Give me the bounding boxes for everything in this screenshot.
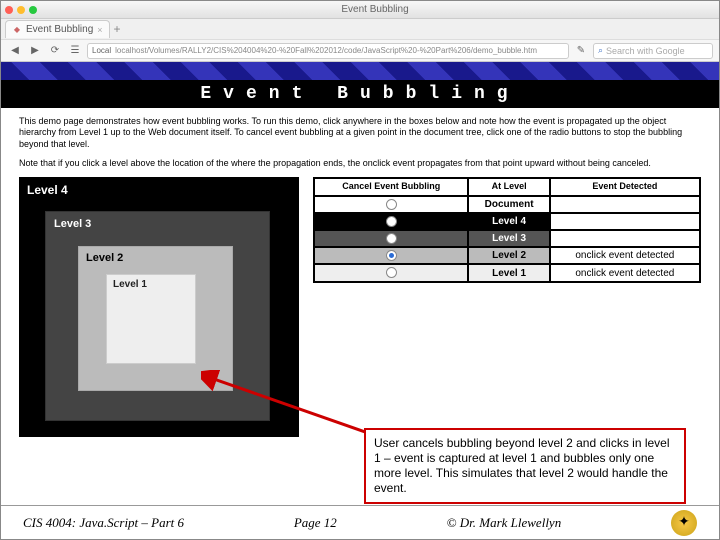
head-cancel: Cancel Event Bubbling <box>314 178 468 196</box>
level-2-box[interactable]: Level 2 Level 1 <box>78 246 233 391</box>
footer-left: CIS 4004: Java.Script – Part 6 <box>23 515 184 531</box>
page-title: Event Bubbling <box>200 84 519 104</box>
zoom-icon[interactable] <box>29 6 37 14</box>
level-4-label: Level 4 <box>27 183 68 197</box>
head-level: At Level <box>468 178 549 196</box>
back-button[interactable]: ◀ <box>7 43 23 59</box>
row-event: onclick event detected <box>550 247 700 264</box>
slide: Event Bubbling ◆ Event Bubbling × + ◀ ▶ … <box>0 0 720 540</box>
close-icon[interactable] <box>5 6 13 14</box>
row-level: Level 3 <box>468 230 549 247</box>
minimize-icon[interactable] <box>17 6 25 14</box>
page-content: This demo page demonstrates how event bu… <box>1 108 719 505</box>
level-1-box[interactable]: Level 1 <box>106 274 196 364</box>
event-table: Cancel Event Bubbling At Level Event Det… <box>313 177 701 283</box>
tab-close-icon[interactable]: × <box>97 25 102 35</box>
footer-center: Page 12 <box>294 515 337 531</box>
row-level: Document <box>468 196 549 213</box>
tab-bar: ◆ Event Bubbling × + <box>1 19 719 39</box>
callout-text: User cancels bubbling beyond level 2 and… <box>374 436 670 495</box>
row-event <box>550 230 700 247</box>
main-row: Level 4 Level 3 Level 2 Level 1 Cancel E… <box>19 177 701 437</box>
page-title-banner: Event Bubbling <box>1 80 719 108</box>
level-3-label: Level 3 <box>54 218 91 230</box>
radio-document[interactable] <box>386 199 397 210</box>
search-icon: ⌕ <box>598 45 603 56</box>
table-head-row: Cancel Event Bubbling At Level Event Det… <box>314 178 700 196</box>
head-detected: Event Detected <box>550 178 700 196</box>
forward-button[interactable]: ▶ <box>27 43 43 59</box>
table-row: Document <box>314 196 700 213</box>
address-bar[interactable]: Local localhost/Volumes/RALLY2/CIS%20400… <box>87 43 569 59</box>
table-row: Level 3 <box>314 230 700 247</box>
reader-button[interactable]: ✎ <box>573 43 589 59</box>
row-level: Level 2 <box>468 247 549 264</box>
address-text: localhost/Volumes/RALLY2/CIS%204004%20-%… <box>115 46 537 55</box>
annotation-callout: User cancels bubbling beyond level 2 and… <box>364 428 686 504</box>
search-field[interactable]: ⌕ Search with Google <box>593 43 713 59</box>
search-placeholder: Search with Google <box>606 46 685 56</box>
reload-button[interactable]: ⟳ <box>47 43 63 59</box>
level-2-label: Level 2 <box>86 252 123 264</box>
bookmarks-button[interactable]: ☰ <box>67 43 83 59</box>
radio-level-3[interactable] <box>386 233 397 244</box>
tab-label: Event Bubbling <box>26 24 93 35</box>
fullscreen-icon[interactable] <box>705 5 715 15</box>
row-event <box>550 196 700 213</box>
favicon-icon: ◆ <box>12 25 22 35</box>
ucf-logo-icon: ✦ <box>671 510 697 536</box>
window-title: Event Bubbling <box>45 4 705 15</box>
new-tab-button[interactable]: + <box>114 22 121 36</box>
titlebar: Event Bubbling <box>1 1 719 19</box>
row-event: onclick event detected <box>550 264 700 281</box>
tab-event-bubbling[interactable]: ◆ Event Bubbling × <box>5 20 110 38</box>
browser-chrome: Event Bubbling ◆ Event Bubbling × + ◀ ▶ … <box>1 1 719 62</box>
table-row: Level 2 onclick event detected <box>314 247 700 264</box>
level-1-label: Level 1 <box>113 279 147 290</box>
level-3-box[interactable]: Level 3 Level 2 Level 1 <box>45 211 270 421</box>
intro-paragraph-2: Note that if you click a level above the… <box>19 158 701 169</box>
level-4-box[interactable]: Level 4 Level 3 Level 2 Level 1 <box>19 177 299 437</box>
radio-level-4[interactable] <box>386 216 397 227</box>
location-badge: Local <box>92 46 111 55</box>
table-row: Level 1 onclick event detected <box>314 264 700 281</box>
intro-text: This demo page demonstrates how event bu… <box>19 116 701 169</box>
footer-right: © Dr. Mark Llewellyn <box>447 515 562 531</box>
bonus-strip <box>1 62 719 80</box>
intro-paragraph-1: This demo page demonstrates how event bu… <box>19 116 701 150</box>
table-row: Level 4 <box>314 213 700 230</box>
radio-level-1[interactable] <box>386 267 397 278</box>
toolbar: ◀ ▶ ⟳ ☰ Local localhost/Volumes/RALLY2/C… <box>1 39 719 61</box>
row-level: Level 1 <box>468 264 549 281</box>
row-event <box>550 213 700 230</box>
slide-footer: CIS 4004: Java.Script – Part 6 Page 12 ©… <box>1 505 719 539</box>
window-controls <box>5 6 37 14</box>
radio-level-2[interactable] <box>386 250 397 261</box>
event-table-area: Cancel Event Bubbling At Level Event Det… <box>313 177 701 437</box>
row-level: Level 4 <box>468 213 549 230</box>
